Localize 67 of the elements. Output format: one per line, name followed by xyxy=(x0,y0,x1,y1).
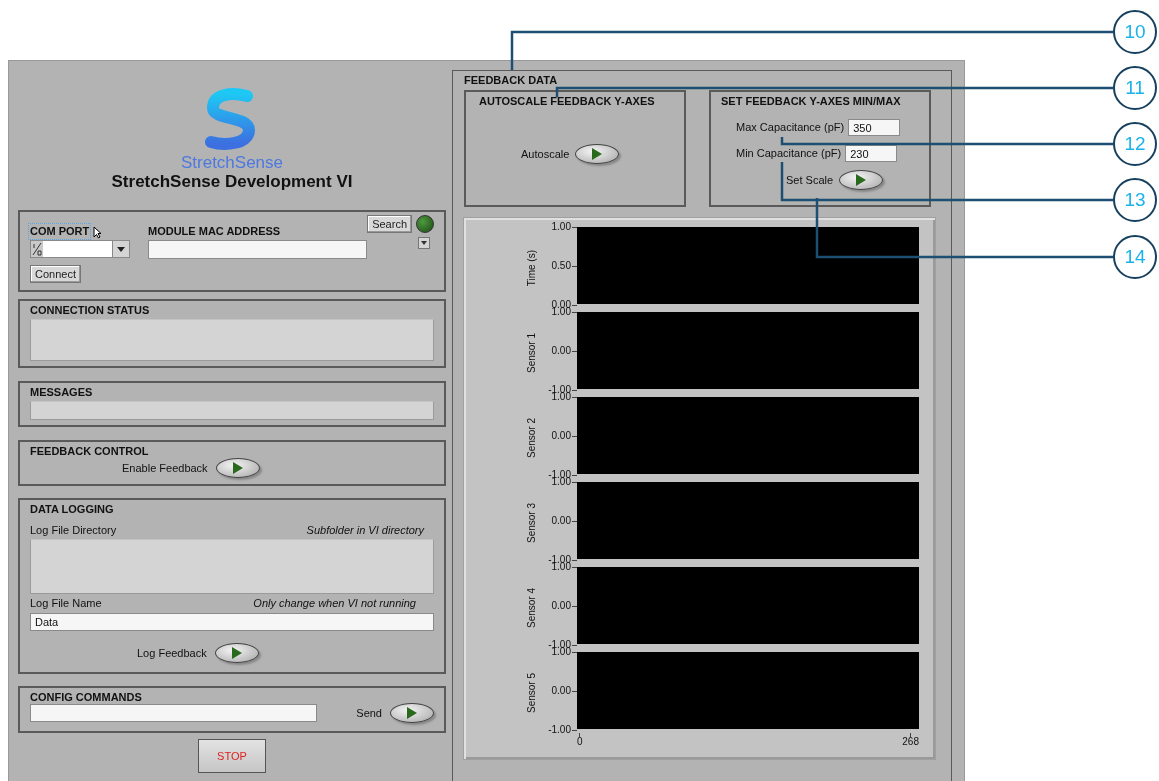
tick-label: 0.50 xyxy=(551,261,577,271)
toggle-switch[interactable] xyxy=(839,170,884,190)
section-title: CONFIG COMMANDS xyxy=(30,691,142,704)
tick-label: 0.00 xyxy=(551,601,577,611)
toggle-switch[interactable] xyxy=(214,643,259,663)
axis-label: Sensor 4 xyxy=(526,588,538,628)
callout-number: 12 xyxy=(1113,122,1157,166)
field-label: Max Capacitance (pF) xyxy=(736,121,845,134)
tick-label: 1.00 xyxy=(551,392,577,402)
toggle-label: Set Scale xyxy=(786,173,834,187)
section-title: FEEDBACK DATA xyxy=(464,74,558,87)
toggle-label: Enable Feedback xyxy=(122,461,208,475)
search-button[interactable]: Search xyxy=(367,215,412,233)
tick-label: 1.00 xyxy=(551,222,577,232)
app-title: StretchSense Development VI xyxy=(111,172,353,192)
section-title: CONNECTION STATUS xyxy=(30,304,150,317)
toggle-switch[interactable] xyxy=(390,703,434,723)
log-file-name-field[interactable]: Data xyxy=(30,613,434,631)
com-port-label: COM PORT xyxy=(30,225,90,238)
axis-label: Sensor 1 xyxy=(526,333,538,373)
hint-text: Only change when VI not running xyxy=(253,597,416,610)
tick-label: 1.00 xyxy=(551,477,577,487)
section-title: MESSAGES xyxy=(30,386,93,399)
com-port-dropdown[interactable] xyxy=(30,240,130,258)
axis-label: Sensor 2 xyxy=(526,418,538,458)
toggle-label: Send xyxy=(356,706,382,720)
caret-icon xyxy=(117,246,125,252)
tick-label: 268 xyxy=(902,733,919,747)
tick-label: 1.00 xyxy=(551,307,577,317)
callout-number: 10 xyxy=(1113,10,1157,54)
mac-dropdown-button[interactable] xyxy=(418,237,430,249)
section-title: DATA LOGGING xyxy=(30,503,114,516)
section-title: AUTOSCALE FEEDBACK Y-AXES xyxy=(479,95,655,108)
field-label: Min Capacitance (pF) xyxy=(736,147,842,160)
config-command-field[interactable] xyxy=(30,704,317,722)
field-label: Log File Directory xyxy=(30,524,117,537)
tick-label: 1.00 xyxy=(551,647,577,657)
axis-label: Time (s) xyxy=(526,249,538,287)
tick-label: 0.00 xyxy=(551,346,577,356)
tick-label: 0 xyxy=(577,733,583,747)
tick-label: -1.00 xyxy=(548,725,577,735)
mac-address-field[interactable] xyxy=(148,240,368,259)
brand-name: StretchSense xyxy=(180,154,284,172)
tick-label: 0.00 xyxy=(551,431,577,441)
cursor-icon xyxy=(93,226,102,239)
toggle-label: Log Feedback xyxy=(137,646,207,660)
toggle-switch[interactable] xyxy=(575,144,620,164)
tick-label: 1.00 xyxy=(551,562,577,572)
axis-label: Sensor 3 xyxy=(526,503,538,543)
callout-number: 14 xyxy=(1113,235,1157,279)
section-title: FEEDBACK CONTROL xyxy=(30,445,149,458)
tick-label: 0.00 xyxy=(551,516,577,526)
toggle-switch[interactable] xyxy=(215,458,260,478)
callout-number: 13 xyxy=(1113,178,1157,222)
field-label: Log File Name xyxy=(30,597,102,610)
hint-text: Subfolder in VI directory xyxy=(306,524,424,537)
section-title: SET FEEDBACK Y-AXES MIN/MAX xyxy=(721,95,901,108)
connect-button[interactable]: Connect xyxy=(30,265,81,283)
io-icon xyxy=(31,242,43,256)
axis-label: Sensor 5 xyxy=(526,673,538,713)
max-capacitance-field[interactable]: 350 xyxy=(848,119,901,136)
mac-address-label: MODULE MAC ADDRESS xyxy=(148,225,281,238)
toggle-label: Autoscale xyxy=(521,147,570,161)
tick-label: 0.00 xyxy=(551,686,577,696)
min-capacitance-field[interactable]: 230 xyxy=(845,145,898,162)
caret-icon xyxy=(421,241,427,245)
callout-number: 11 xyxy=(1113,66,1157,110)
